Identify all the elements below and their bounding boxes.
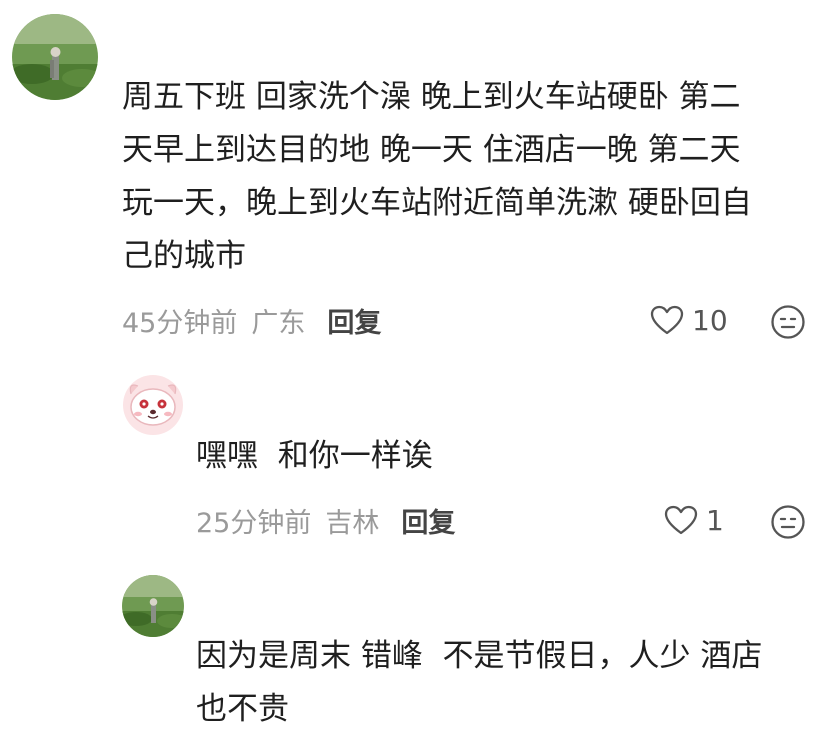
unhappy-face-icon (771, 505, 805, 539)
like-count: 1 (706, 503, 724, 537)
like-count: 10 (692, 303, 728, 337)
reply-text: 因为是周末 错峰 不是节假日，人少 酒店 也不贵 (196, 638, 763, 727)
dislike-button[interactable] (770, 504, 806, 540)
reply-text: 嘿嘿 和你一样诶 (196, 438, 433, 474)
field-photo-icon (122, 575, 184, 637)
comment-meta: 45分钟前 广东 回复 (122, 300, 381, 340)
reply-meta: 25分钟前 吉林 回复 (196, 500, 455, 540)
reply-location: 吉林 (325, 507, 380, 539)
dislike-button[interactable] (770, 304, 806, 340)
reply-time: 25分钟前 (196, 507, 312, 539)
comment-location: 广东 (251, 307, 306, 339)
comment-text: 周五下班 回家洗个澡 晚上到火车站硬卧 第二 天早上到达目的地 晚一天 住酒店一… (122, 79, 752, 274)
heart-outline-icon (664, 505, 698, 535)
comment-time: 45分钟前 (122, 307, 238, 339)
dog-avatar-icon (122, 374, 184, 436)
unhappy-face-icon (771, 305, 805, 339)
heart-outline-icon (650, 305, 684, 335)
reply-button[interactable]: 回复 (327, 301, 381, 340)
reply-button[interactable]: 回复 (401, 501, 455, 540)
commenter-avatar[interactable] (12, 14, 98, 100)
like-button[interactable]: 10 (650, 300, 728, 340)
replier-avatar[interactable] (122, 575, 184, 637)
replier-avatar[interactable] (122, 374, 184, 436)
field-photo-icon (12, 14, 98, 100)
like-button[interactable]: 1 (664, 500, 724, 540)
